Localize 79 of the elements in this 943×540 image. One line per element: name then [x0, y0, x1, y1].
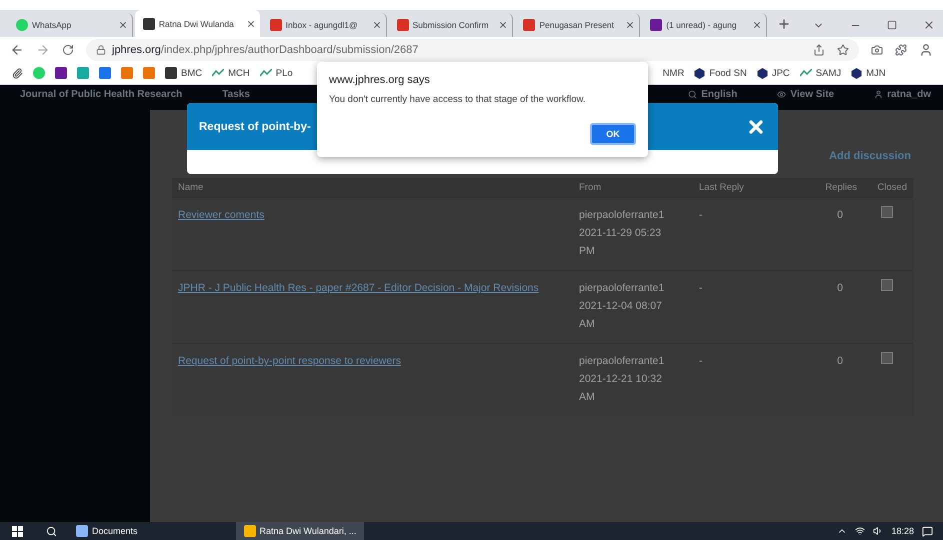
sender-name: pierpaoloferrante1 — [579, 208, 664, 223]
taskbar-item[interactable]: Ratna Dwi Wulandari, ... — [236, 522, 364, 540]
wifi-icon[interactable] — [855, 526, 866, 536]
modal-title: Request of point-by- — [199, 120, 311, 132]
bookmark-favicon-icon — [165, 67, 177, 79]
column-header: From — [573, 178, 693, 197]
wave-icon — [260, 69, 272, 77]
tasks-link[interactable]: Tasks — [222, 89, 250, 100]
favicon-icon — [270, 19, 282, 31]
bookmark-favicon-icon[interactable] — [55, 67, 67, 79]
discussion-date: 2021-12-21 10:32 AM — [579, 372, 663, 405]
reload-icon[interactable] — [62, 44, 74, 56]
puzzle-icon[interactable] — [895, 44, 907, 56]
bookmark-link[interactable]: JPC — [756, 68, 790, 78]
close-icon[interactable] — [118, 20, 128, 30]
bookmark-link[interactable]: PLo — [260, 68, 293, 78]
column-header: Closed — [863, 178, 913, 197]
favicon-icon — [396, 19, 408, 31]
user-icon — [874, 90, 884, 99]
language-link[interactable]: English — [688, 89, 738, 100]
favicon-icon — [650, 19, 662, 31]
hexagon-icon — [851, 68, 862, 78]
maximize-icon[interactable] — [887, 20, 898, 30]
taskbar-item[interactable]: Documents — [68, 522, 146, 540]
address-bar[interactable]: jphres.org/index.php/jphres/authorDashboard/submission/2687 — [86, 38, 859, 60]
user-menu[interactable]: ratna_dw — [874, 89, 931, 100]
closed-checkbox[interactable] — [881, 279, 893, 291]
speaker-icon[interactable] — [873, 526, 884, 536]
last-reply-cell-text: - — [699, 281, 702, 296]
bookmark-link[interactable]: SAMJ — [800, 68, 842, 78]
column-header: Name — [172, 178, 573, 197]
bookmark-link[interactable]: BMC — [165, 67, 202, 79]
bookmark-link[interactable]: MCH — [212, 68, 250, 78]
favicon-icon — [16, 19, 28, 31]
last-reply-cell-text: - — [699, 208, 702, 223]
replies-count: 0 — [837, 208, 843, 223]
bookmark-link[interactable]: Food SN — [694, 68, 747, 78]
close-icon[interactable] — [625, 20, 636, 30]
paperclip-icon[interactable] — [12, 68, 23, 78]
sender-name: pierpaoloferrante1 — [579, 281, 664, 296]
closed-checkbox[interactable] — [881, 352, 893, 364]
favicon-icon — [142, 18, 155, 30]
replies-count: 0 — [837, 281, 843, 296]
close-icon[interactable] — [372, 20, 382, 30]
alert-message: You don't currently have access to that stage of the workflow. — [329, 94, 587, 105]
replies-count: 0 — [837, 354, 843, 369]
journal-title[interactable]: Journal of Public Health Research — [20, 89, 182, 100]
eye-icon — [777, 90, 786, 99]
hexagon-icon — [694, 68, 706, 78]
star-icon[interactable] — [837, 44, 849, 56]
camera-icon[interactable] — [871, 44, 883, 56]
discussion-date: 2021-12-04 08:07 AM — [579, 299, 663, 332]
column-header: Replies — [803, 178, 863, 197]
close-icon[interactable] — [498, 20, 508, 30]
wave-icon — [212, 69, 224, 77]
share-icon[interactable] — [813, 44, 825, 56]
discussion-date: 2021-11-29 05:23 PM — [579, 226, 662, 259]
hexagon-icon — [756, 68, 768, 78]
sender-name: pierpaoloferrante1 — [579, 354, 664, 369]
avatar-icon[interactable] — [919, 42, 933, 56]
favicon-icon — [523, 19, 536, 31]
notification-icon[interactable] — [922, 526, 933, 536]
bookmark-link[interactable]: NMR — [662, 68, 684, 78]
closed-checkbox[interactable] — [881, 206, 893, 218]
column-header: Last Reply — [693, 178, 803, 197]
ok-button[interactable]: OK — [590, 123, 636, 145]
last-reply-cell-text: - — [699, 354, 702, 369]
close-icon[interactable] — [752, 20, 762, 30]
clock-time[interactable]: 18:28 — [891, 526, 914, 536]
close-icon[interactable] — [923, 19, 936, 31]
search-icon — [688, 90, 698, 99]
alert-origin: www.jphres.org says — [329, 74, 431, 86]
lock-icon — [96, 44, 106, 54]
view-site-link[interactable]: View Site — [777, 89, 834, 100]
browser-tab[interactable]: Ratna Dwi Wulanda — [134, 10, 260, 37]
bookmark-link[interactable]: MJN — [851, 68, 886, 78]
close-icon[interactable] — [246, 18, 256, 28]
back-icon[interactable] — [10, 42, 24, 56]
wave-icon — [800, 69, 812, 77]
